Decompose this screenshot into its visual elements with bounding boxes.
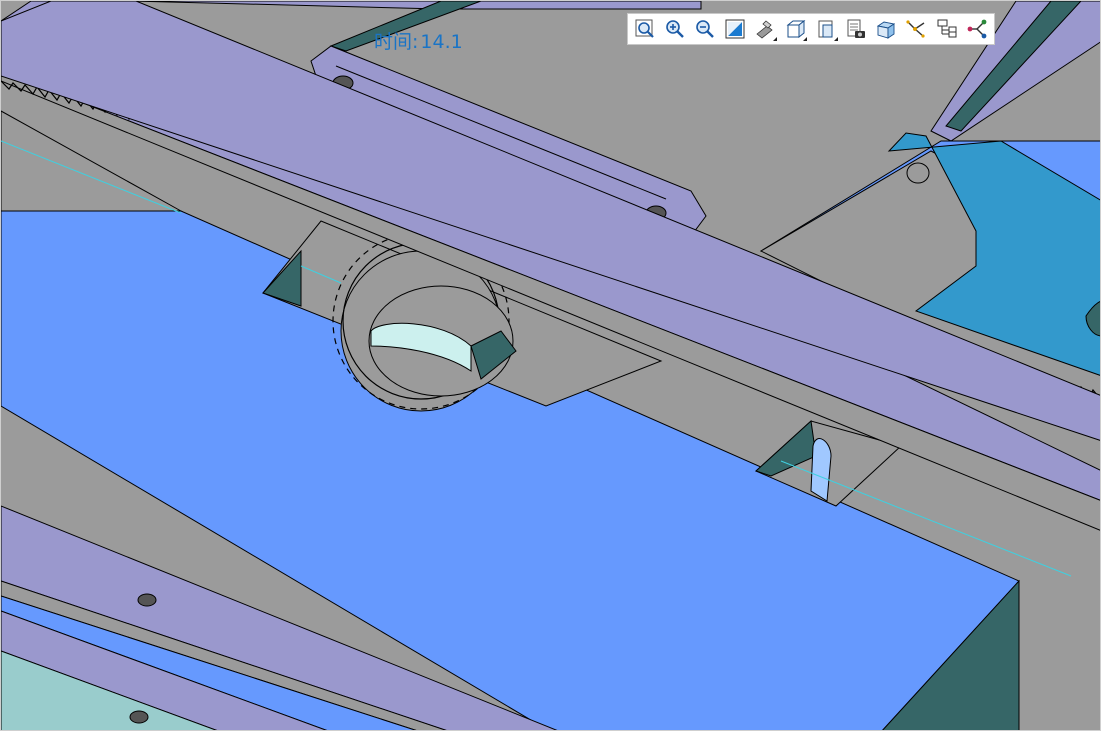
time-value: 14.1 [420,31,463,53]
time-label: 时间: [374,31,419,53]
view-options-button[interactable] [813,16,839,42]
view-toolbar [627,13,995,45]
snapshot-button[interactable] [843,16,869,42]
section-view-icon [877,21,896,39]
zoom-window-icon [725,19,745,39]
zoom-fit-button[interactable] [632,16,658,42]
dropdown-indicator [803,37,808,41]
dropdown-indicator [773,37,778,41]
zoom-window-button[interactable] [723,16,749,42]
cad-model-scene[interactable] [1,1,1101,731]
explode-button[interactable] [904,16,930,42]
zoom-in-icon [666,20,684,38]
3d-viewport[interactable]: 时间: 14.1 [0,0,1101,731]
explode-icon [906,20,925,38]
zoom-out-button[interactable] [692,16,718,42]
zoom-out-icon [696,20,714,38]
section-view-button[interactable] [873,16,899,42]
display-style-button[interactable] [783,16,809,42]
dropdown-indicator [833,37,838,41]
model-tree-icon [937,19,956,38]
snapshot-icon [847,19,865,38]
connections-button[interactable] [964,16,990,42]
zoom-in-button[interactable] [662,16,688,42]
simulation-time-readout: 时间: 14.1 [374,27,463,54]
connections-icon [967,19,987,39]
view-orientation-button[interactable] [753,16,779,42]
zoom-fit-icon [635,19,654,38]
model-tree-button[interactable] [934,16,960,42]
